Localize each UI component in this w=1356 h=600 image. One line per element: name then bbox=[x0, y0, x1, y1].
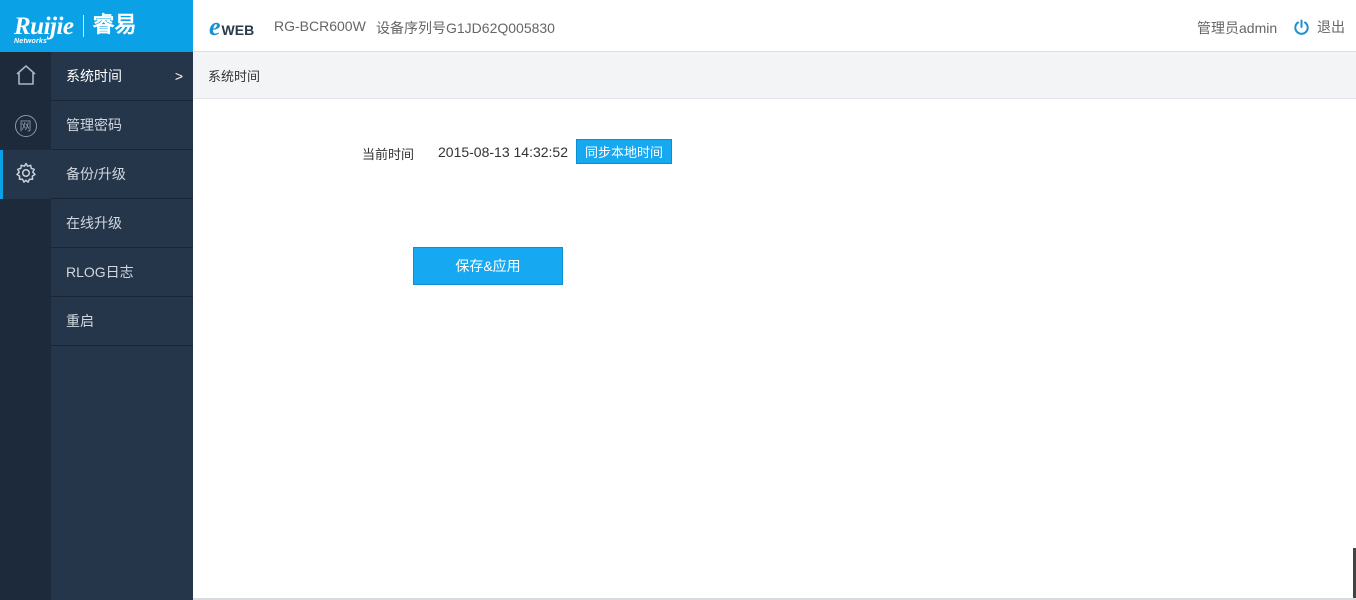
menu-item-admin-password[interactable]: 管理密码 bbox=[51, 101, 193, 150]
save-apply-button[interactable]: 保存&应用 bbox=[413, 247, 563, 285]
device-model: RG-BCR600W bbox=[274, 18, 366, 34]
brand-logo[interactable]: Ruijie Networks 睿易 bbox=[0, 0, 193, 52]
sync-local-time-button[interactable]: 同步本地时间 bbox=[576, 139, 672, 164]
page-title: 系统时间 bbox=[208, 68, 261, 84]
menu-item-label: 在线升级 bbox=[66, 215, 122, 231]
rail-item-network[interactable]: 网 bbox=[0, 101, 51, 150]
logo-cn-text: 睿易 bbox=[92, 13, 137, 38]
menu-item-label: 管理密码 bbox=[66, 117, 122, 133]
current-time-label: 当前时间 bbox=[362, 147, 415, 162]
rail-item-home[interactable] bbox=[0, 52, 51, 101]
settings-submenu: 系统时间 > 管理密码 备份/升级 在线升级 RLOG日志 重启 bbox=[51, 52, 193, 600]
power-icon bbox=[1293, 19, 1310, 36]
logo-brand-text: Ruijie Networks bbox=[14, 12, 74, 45]
menu-item-label: RLOG日志 bbox=[66, 264, 134, 280]
logout-label: 退出 bbox=[1317, 19, 1345, 35]
menu-item-backup-upgrade[interactable]: 备份/升级 bbox=[51, 150, 193, 199]
rail-item-settings[interactable] bbox=[0, 150, 51, 199]
chevron-right-icon: > bbox=[174, 68, 183, 84]
main-content: 当前时间 2015-08-13 14:32:52 同步本地时间 保存&应用 bbox=[193, 99, 1356, 600]
icon-rail: 网 bbox=[0, 52, 51, 600]
eweb-web-text: WEB bbox=[221, 22, 255, 38]
logo-brand-sub: Networks bbox=[14, 37, 48, 45]
device-serial: 设备序列号G1JD62Q005830 bbox=[376, 20, 555, 36]
eweb-logo: e WEB bbox=[209, 14, 254, 40]
menu-item-system-time[interactable]: 系统时间 > bbox=[51, 52, 193, 101]
top-header: Ruijie Networks 睿易 e WEB RG-BCR600W 设备序列… bbox=[0, 0, 1356, 52]
gear-icon bbox=[14, 161, 38, 188]
network-icon: 网 bbox=[14, 114, 37, 137]
menu-item-online-upgrade[interactable]: 在线升级 bbox=[51, 199, 193, 248]
menu-item-rlog[interactable]: RLOG日志 bbox=[51, 248, 193, 297]
menu-item-label: 重启 bbox=[66, 313, 94, 329]
logout-button[interactable]: 退出 bbox=[1293, 17, 1345, 37]
current-time-value: 2015-08-13 14:32:52 bbox=[438, 144, 568, 160]
menu-item-label: 备份/升级 bbox=[66, 166, 126, 182]
eweb-e-glyph: e bbox=[209, 12, 221, 41]
menu-item-label: 系统时间 bbox=[66, 68, 122, 84]
menu-item-reboot[interactable]: 重启 bbox=[51, 297, 193, 346]
logo-divider bbox=[82, 15, 84, 37]
admin-user-link[interactable]: 管理员admin bbox=[1197, 18, 1277, 38]
breadcrumb: 系统时间 bbox=[193, 52, 1356, 99]
home-icon bbox=[14, 63, 38, 90]
